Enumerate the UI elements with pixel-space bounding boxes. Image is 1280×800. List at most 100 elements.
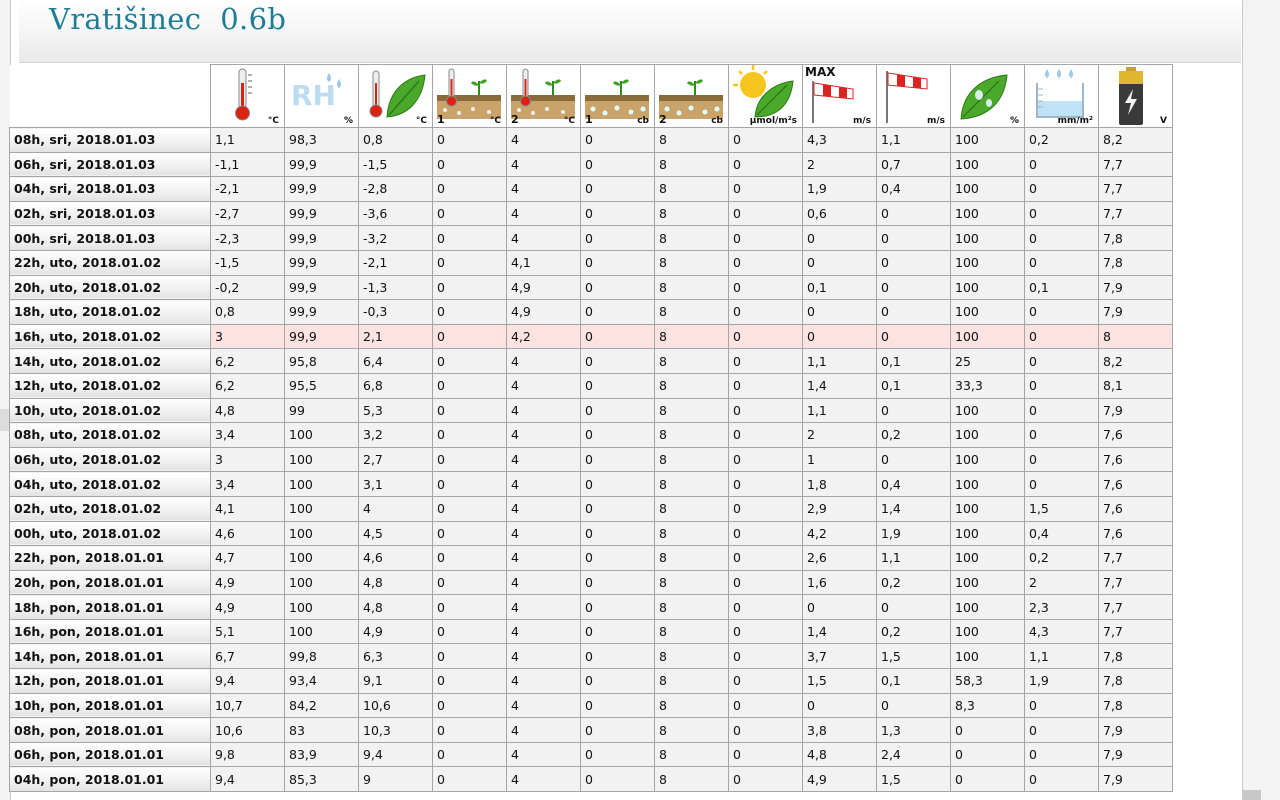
table-cell: 4 <box>506 668 581 694</box>
table-cell: 2 <box>802 151 877 178</box>
table-cell: 2,4 <box>876 741 951 768</box>
table-cell: 0 <box>728 151 803 178</box>
row-timestamp: 16h, pon, 2018.01.01 <box>9 618 211 645</box>
table-cell: 4,7 <box>210 545 285 571</box>
table-cell: 100 <box>950 200 1025 227</box>
table-cell: 99,9 <box>284 225 359 251</box>
table-cell: 0 <box>728 643 803 670</box>
table-cell: 84,2 <box>284 692 359 719</box>
table-cell: 1,4 <box>802 372 877 399</box>
table-cell: 0 <box>432 594 507 620</box>
table-cell: 8 <box>654 323 729 350</box>
table-cell: 100 <box>950 323 1025 350</box>
table-cell: 4,5 <box>358 520 433 547</box>
table-cell: 0,1 <box>876 372 951 399</box>
row-timestamp: 04h, sri, 2018.01.03 <box>9 176 211 202</box>
table-cell: 99,9 <box>284 176 359 202</box>
table-cell: 0 <box>876 225 951 251</box>
table-cell: 8 <box>1098 323 1173 350</box>
table-cell: 8 <box>654 397 729 424</box>
row-timestamp: 02h, uto, 2018.01.02 <box>9 495 211 522</box>
table-row: 00h, uto, 2018.01.02 4,6 100 4,5 0 4 0 8 0 4,2 1,9… <box>9 520 1173 547</box>
table-cell: 8 <box>654 446 729 473</box>
table-cell: 7,9 <box>1098 741 1173 768</box>
table-cell: 0 <box>432 545 507 571</box>
table-cell: 0,4 <box>876 471 951 497</box>
table-cell: 1,5 <box>876 643 951 670</box>
table-cell: 0 <box>1024 299 1099 325</box>
table-cell: 99,9 <box>284 299 359 325</box>
table-cell: 100 <box>284 471 359 497</box>
table-cell: 1,3 <box>876 717 951 743</box>
table-row: 02h, sri, 2018.01.03 -2,7 99,9 -3,6 0 4 0 8 0 0,6… <box>9 200 1173 227</box>
unit-label: cb <box>711 116 723 126</box>
table-cell: 0,8 <box>210 299 285 325</box>
table-cell: 0 <box>432 471 507 497</box>
column-header: °C <box>358 64 433 128</box>
table-row: 10h, uto, 2018.01.02 4,8 99 5,3 0 4 0 8 0 1,1 0 100… <box>9 397 1173 424</box>
table-cell: 4,1 <box>210 495 285 522</box>
table-cell: 0 <box>432 495 507 522</box>
table-cell: 4,2 <box>802 520 877 547</box>
measurements-table: °C RH% °C 1 °C 2 °C 1 cb 2 cb µmol/m²s MAX m/s m/s% mm/… <box>9 64 1173 793</box>
scroll-corner[interactable] <box>1241 790 1261 800</box>
table-cell: 0 <box>432 372 507 399</box>
table-cell: -3,2 <box>358 225 433 251</box>
table-row: 14h, uto, 2018.01.02 6,2 95,8 6,4 0 4 0 8 0 1,1 0,… <box>9 348 1173 374</box>
table-cell: 0 <box>580 225 655 251</box>
table-cell: 1,9 <box>876 520 951 547</box>
table-cell: 0 <box>432 692 507 719</box>
table-cell: 1,1 <box>876 127 951 153</box>
table-cell: 0 <box>728 717 803 743</box>
table-cell: 4,3 <box>1024 618 1099 645</box>
table-cell: 4,3 <box>802 127 877 153</box>
table-cell: 8 <box>654 717 729 743</box>
table-cell: 0 <box>1024 397 1099 424</box>
table-cell: 2,3 <box>1024 594 1099 620</box>
table-row: 06h, sri, 2018.01.03 -1,1 99,9 -1,5 0 4 0 8 0 2 0,… <box>9 151 1173 178</box>
table-cell: 33,3 <box>950 372 1025 399</box>
table-cell: 99,9 <box>284 200 359 227</box>
unit-label: °C <box>489 116 501 126</box>
table-cell: 8 <box>654 151 729 178</box>
table-cell: 4 <box>506 766 581 793</box>
table-cell: 0,2 <box>876 569 951 596</box>
table-cell: 8 <box>654 569 729 596</box>
table-cell: 8 <box>654 274 729 301</box>
table-row: 12h, uto, 2018.01.02 6,2 95,5 6,8 0 4 0 8 0 1,4 0,… <box>9 372 1173 399</box>
table-cell: 100 <box>950 495 1025 522</box>
table-cell: 0 <box>728 446 803 473</box>
table-cell: 0 <box>728 668 803 694</box>
table-row: 18h, pon, 2018.01.01 4,9 100 4,8 0 4 0 8 0 0 0 100 2… <box>9 594 1173 620</box>
table-cell: 0 <box>728 545 803 571</box>
table-cell: 0 <box>950 766 1025 793</box>
table-cell: 1,5 <box>1024 495 1099 522</box>
row-timestamp: 06h, sri, 2018.01.03 <box>9 151 211 178</box>
table-cell: 1,8 <box>802 471 877 497</box>
table-cell: 9,8 <box>210 741 285 768</box>
table-cell: 8,3 <box>950 692 1025 719</box>
table-cell: 8 <box>654 643 729 670</box>
table-cell: 8 <box>654 692 729 719</box>
table-cell: 4 <box>506 422 581 448</box>
table-cell: 100 <box>950 618 1025 645</box>
table-cell: 100 <box>284 618 359 645</box>
table-cell: 0 <box>802 249 877 276</box>
table-row: 16h, pon, 2018.01.01 5,1 100 4,9 0 4 0 8 0 1,4 0,2… <box>9 618 1173 645</box>
table-cell: 0 <box>432 766 507 793</box>
table-cell: 0 <box>580 643 655 670</box>
table-cell: 0 <box>432 151 507 178</box>
table-cell: 2,6 <box>802 545 877 571</box>
table-cell: -2,1 <box>210 176 285 202</box>
table-cell: 0 <box>728 323 803 350</box>
table-cell: 8 <box>654 495 729 522</box>
table-cell: 0 <box>1024 249 1099 276</box>
table-cell: 0,1 <box>876 348 951 374</box>
table-cell: -2,1 <box>358 249 433 276</box>
table-cell: 3,8 <box>802 717 877 743</box>
table-cell: 0 <box>802 692 877 719</box>
table-cell: 8 <box>654 176 729 202</box>
table-cell: 4,9 <box>358 618 433 645</box>
table-cell: 4 <box>506 446 581 473</box>
row-timestamp: 16h, uto, 2018.01.02 <box>9 323 211 350</box>
